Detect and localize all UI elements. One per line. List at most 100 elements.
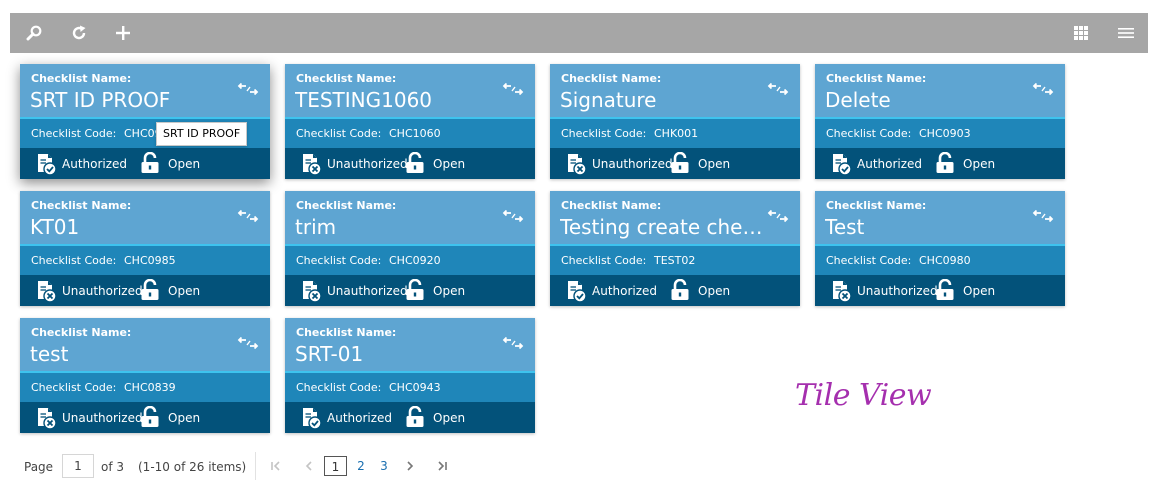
card-status-row: Unauthorized Open [20, 275, 270, 306]
swap-icon[interactable] [501, 81, 525, 96]
refresh-button[interactable] [59, 13, 99, 53]
checklist-name: Testing create checklist [560, 215, 765, 239]
checklist-card[interactable]: Checklist Name: Delete Checklist Code: CHC0… [815, 64, 1065, 179]
swap-icon[interactable] [236, 81, 260, 96]
checklist-code-label: Checklist Code: [561, 254, 647, 267]
last-page-button[interactable] [433, 457, 451, 475]
unauthorized-document-icon [829, 279, 853, 303]
card-header: Checklist Name: Test [815, 191, 1065, 244]
authorization-status: Authorized [592, 284, 658, 298]
checklist-card[interactable]: Checklist Name: TESTING1060 Checklist Code… [285, 64, 535, 179]
unlocked-icon [140, 405, 160, 428]
card-code-row: Checklist Code: CHC0920 [285, 244, 535, 275]
previous-page-button[interactable] [300, 457, 318, 475]
checklist-card[interactable]: Checklist Name: KT01 Checklist Code: CHC098… [20, 191, 270, 306]
checklist-code-label: Checklist Code: [31, 381, 117, 394]
swap-icon[interactable] [236, 208, 260, 223]
checklist-card[interactable]: Checklist Name: trim Checklist Code: CHC092… [285, 191, 535, 306]
checklist-card[interactable]: Checklist Name: Testing create checklist C… [550, 191, 800, 306]
authorized-document-icon [829, 152, 853, 176]
checklist-code-label: Checklist Code: [296, 127, 382, 140]
add-button[interactable] [103, 13, 143, 53]
card-status-row: Authorized Open [20, 148, 270, 179]
authorization-status: Unauthorized [857, 284, 938, 298]
card-code-row: Checklist Code: CHC0980 [815, 244, 1065, 275]
page-number[interactable]: 2 [354, 456, 368, 476]
checklist-code-label: Checklist Code: [296, 254, 382, 267]
next-page-button[interactable] [401, 457, 419, 475]
checklist-card[interactable]: Checklist Name: Test Checklist Code: CHC098… [815, 191, 1065, 306]
add-icon [115, 25, 131, 41]
checklist-code-label: Checklist Code: [31, 254, 117, 267]
checklist-card[interactable]: Checklist Name: SRT-01 Checklist Code: CHC0… [285, 318, 535, 433]
page-label: Page [24, 460, 54, 474]
open-status: Open [168, 284, 201, 298]
page-input[interactable] [62, 454, 94, 478]
unlocked-icon [670, 278, 690, 301]
card-status-row: Unauthorized Open [815, 275, 1065, 306]
first-page-button[interactable] [267, 457, 285, 475]
unauthorized-document-icon [564, 152, 588, 176]
card-status-row: Unauthorized Open [20, 402, 270, 433]
checklist-name-label: Checklist Name: [561, 199, 662, 212]
checklist-name-label: Checklist Name: [31, 326, 132, 339]
card-code-row: Checklist Code: CHC1060 [285, 117, 535, 148]
checklist-code: CHK001 [654, 127, 699, 140]
checklist-card[interactable]: Checklist Name: test Checklist Code: CHC083… [20, 318, 270, 433]
unlocked-icon [935, 151, 955, 174]
card-status-row: Unauthorized Open [550, 148, 800, 179]
authorization-status: Authorized [327, 411, 393, 425]
card-header: Checklist Name: Delete [815, 64, 1065, 117]
open-status: Open [168, 157, 201, 171]
open-status: Open [698, 284, 731, 298]
card-header: Checklist Name: SRT-01 [285, 318, 535, 371]
authorization-status: Unauthorized [62, 284, 143, 298]
swap-icon[interactable] [766, 81, 790, 96]
tile-view-button[interactable] [1061, 13, 1101, 53]
checklist-name-label: Checklist Name: [826, 72, 927, 85]
card-header: Checklist Name: Signature [550, 64, 800, 117]
authorization-status: Unauthorized [62, 411, 143, 425]
checklist-name: Test [825, 215, 865, 239]
swap-icon[interactable] [501, 208, 525, 223]
search-button[interactable] [14, 13, 54, 53]
authorization-status: Unauthorized [592, 157, 673, 171]
list-view-button[interactable] [1106, 13, 1146, 53]
checklist-name: test [30, 342, 69, 366]
checklist-name: Delete [825, 88, 891, 112]
checklist-code-label: Checklist Code: [31, 127, 117, 140]
unauthorized-document-icon [299, 152, 323, 176]
swap-icon[interactable] [766, 208, 790, 223]
page-of-label: of 3 [101, 460, 125, 474]
swap-icon[interactable] [1031, 208, 1055, 223]
swap-icon[interactable] [236, 335, 260, 350]
card-code-row: Checklist Code: CHK001 [550, 117, 800, 148]
checklist-card[interactable]: Checklist Name: Signature Checklist Code: C… [550, 64, 800, 179]
swap-icon[interactable] [1031, 81, 1055, 96]
toolbar [10, 13, 1148, 53]
checklist-name: SRT ID PROOF [30, 88, 171, 112]
card-header: Checklist Name: KT01 [20, 191, 270, 244]
card-status-row: Unauthorized Open [285, 275, 535, 306]
checklist-name-label: Checklist Name: [296, 326, 397, 339]
first-page-icon [271, 461, 280, 471]
open-status: Open [433, 284, 466, 298]
authorized-document-icon [564, 279, 588, 303]
checklist-name: KT01 [30, 215, 80, 239]
checklist-name: SRT-01 [295, 342, 364, 366]
card-header: Checklist Name: trim [285, 191, 535, 244]
page-number-current[interactable]: 1 [324, 456, 347, 476]
checklist-code-label: Checklist Code: [296, 381, 382, 394]
swap-icon[interactable] [501, 335, 525, 350]
card-code-row: Checklist Code: CHC0839 [20, 371, 270, 402]
authorized-document-icon [34, 152, 58, 176]
page-number[interactable]: 3 [377, 456, 391, 476]
unlocked-icon [670, 151, 690, 174]
checklist-name: Signature [560, 88, 657, 112]
card-header: Checklist Name: SRT ID PROOF [20, 64, 270, 117]
unauthorized-document-icon [299, 279, 323, 303]
card-code-row: Checklist Code: CHC0985 [20, 244, 270, 275]
checklist-name-label: Checklist Name: [826, 199, 927, 212]
checklist-name-label: Checklist Name: [561, 72, 662, 85]
checklist-name-label: Checklist Name: [31, 72, 132, 85]
